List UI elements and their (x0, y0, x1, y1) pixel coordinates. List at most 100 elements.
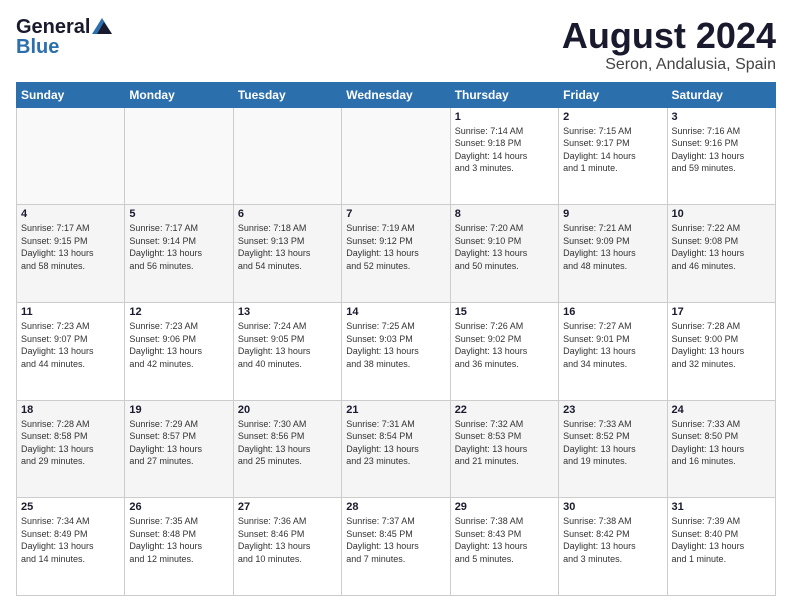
day-cell-6: 6 Sunrise: 7:18 AM Sunset: 9:13 PM Daylig… (233, 205, 341, 303)
day-info: Sunrise: 7:37 AM Sunset: 8:45 PM Dayligh… (346, 516, 419, 564)
empty-cell (342, 107, 450, 205)
day-info: Sunrise: 7:19 AM Sunset: 9:12 PM Dayligh… (346, 223, 419, 271)
day-info: Sunrise: 7:31 AM Sunset: 8:54 PM Dayligh… (346, 419, 419, 467)
day-cell-20: 20 Sunrise: 7:30 AM Sunset: 8:56 PM Dayli… (233, 400, 341, 498)
day-number: 22 (455, 404, 554, 416)
calendar-week-row: 1Sunrise: 7:14 AM Sunset: 9:18 PM Daylig… (17, 107, 776, 205)
day-cell-14: 14Sunrise: 7:25 AM Sunset: 9:03 PM Dayli… (342, 302, 450, 400)
day-number: 4 (21, 208, 120, 220)
day-info: Sunrise: 7:20 AM Sunset: 9:10 PM Dayligh… (455, 223, 528, 271)
day-header-sunday: Sunday (17, 82, 125, 107)
day-number: 27 (238, 501, 337, 513)
day-number: 25 (21, 501, 120, 513)
day-header-monday: Monday (125, 82, 233, 107)
day-number: 19 (129, 404, 228, 416)
day-cell-16: 16 Sunrise: 7:27 AM Sunset: 9:01 PM Dayli… (559, 302, 667, 400)
day-cell-29: 29Sunrise: 7:38 AM Sunset: 8:43 PM Dayli… (450, 498, 558, 596)
day-info: Sunrise: 7:38 AM Sunset: 8:43 PM Dayligh… (455, 516, 528, 564)
day-number: 1 (455, 111, 554, 123)
calendar-header-row: SundayMondayTuesdayWednesdayThursdayFrid… (17, 82, 776, 107)
day-info: Sunrise: 7:39 AM Sunset: 8:40 PM Dayligh… (672, 516, 745, 564)
day-header-tuesday: Tuesday (233, 82, 341, 107)
day-cell-21: 21 Sunrise: 7:31 AM Sunset: 8:54 PM Dayli… (342, 400, 450, 498)
day-cell-22: 22 Sunrise: 7:32 AM Sunset: 8:53 PM Dayli… (450, 400, 558, 498)
day-cell-26: 26Sunrise: 7:35 AM Sunset: 8:48 PM Dayli… (125, 498, 233, 596)
day-cell-17: 17 Sunrise: 7:28 AM Sunset: 9:00 PM Dayli… (667, 302, 775, 400)
day-number: 20 (238, 404, 337, 416)
day-number: 2 (563, 111, 662, 123)
day-number: 21 (346, 404, 445, 416)
day-number: 11 (21, 306, 120, 318)
day-cell-1: 1Sunrise: 7:14 AM Sunset: 9:18 PM Daylig… (450, 107, 558, 205)
day-info: Sunrise: 7:17 AM Sunset: 9:15 PM Dayligh… (21, 223, 94, 271)
day-number: 16 (563, 306, 662, 318)
day-info: Sunrise: 7:36 AM Sunset: 8:46 PM Dayligh… (238, 516, 311, 564)
day-cell-23: 23 Sunrise: 7:33 AM Sunset: 8:52 PM Dayli… (559, 400, 667, 498)
day-header-wednesday: Wednesday (342, 82, 450, 107)
empty-cell (17, 107, 125, 205)
day-cell-12: 12 Sunrise: 7:23 AM Sunset: 9:06 PM Dayli… (125, 302, 233, 400)
calendar-week-row: 25 Sunrise: 7:34 AM Sunset: 8:49 PM Dayli… (17, 498, 776, 596)
day-number: 12 (129, 306, 228, 318)
day-number: 8 (455, 208, 554, 220)
day-cell-28: 28Sunrise: 7:37 AM Sunset: 8:45 PM Dayli… (342, 498, 450, 596)
day-info: Sunrise: 7:24 AM Sunset: 9:05 PM Dayligh… (238, 321, 311, 369)
calendar-week-row: 18 Sunrise: 7:28 AM Sunset: 8:58 PM Dayli… (17, 400, 776, 498)
day-cell-3: 3 Sunrise: 7:16 AM Sunset: 9:16 PM Daylig… (667, 107, 775, 205)
day-number: 3 (672, 111, 771, 123)
day-cell-10: 10 Sunrise: 7:22 AM Sunset: 9:08 PM Dayli… (667, 205, 775, 303)
day-info: Sunrise: 7:23 AM Sunset: 9:07 PM Dayligh… (21, 321, 94, 369)
day-cell-9: 9Sunrise: 7:21 AM Sunset: 9:09 PM Daylig… (559, 205, 667, 303)
day-cell-25: 25 Sunrise: 7:34 AM Sunset: 8:49 PM Dayli… (17, 498, 125, 596)
day-header-friday: Friday (559, 82, 667, 107)
day-info: Sunrise: 7:26 AM Sunset: 9:02 PM Dayligh… (455, 321, 528, 369)
title-block: August 2024 Seron, Andalusia, Spain (562, 16, 776, 74)
logo-general: General (16, 16, 90, 38)
day-number: 24 (672, 404, 771, 416)
day-number: 5 (129, 208, 228, 220)
day-info: Sunrise: 7:30 AM Sunset: 8:56 PM Dayligh… (238, 419, 311, 467)
day-info: Sunrise: 7:22 AM Sunset: 9:08 PM Dayligh… (672, 223, 745, 271)
day-number: 6 (238, 208, 337, 220)
day-cell-18: 18 Sunrise: 7:28 AM Sunset: 8:58 PM Dayli… (17, 400, 125, 498)
day-number: 15 (455, 306, 554, 318)
day-number: 23 (563, 404, 662, 416)
logo-icon (92, 18, 112, 34)
day-info: Sunrise: 7:15 AM Sunset: 9:17 PM Dayligh… (563, 126, 636, 174)
day-info: Sunrise: 7:27 AM Sunset: 9:01 PM Dayligh… (563, 321, 636, 369)
day-number: 26 (129, 501, 228, 513)
day-info: Sunrise: 7:28 AM Sunset: 9:00 PM Dayligh… (672, 321, 745, 369)
header: General Blue August 2024 Seron, Andalusi… (16, 16, 776, 74)
logo: General Blue (16, 16, 112, 58)
day-info: Sunrise: 7:38 AM Sunset: 8:42 PM Dayligh… (563, 516, 636, 564)
page: General Blue August 2024 Seron, Andalusi… (0, 0, 792, 612)
calendar-week-row: 11 Sunrise: 7:23 AM Sunset: 9:07 PM Dayli… (17, 302, 776, 400)
day-header-saturday: Saturday (667, 82, 775, 107)
day-info: Sunrise: 7:33 AM Sunset: 8:50 PM Dayligh… (672, 419, 745, 467)
day-cell-5: 5 Sunrise: 7:17 AM Sunset: 9:14 PM Daylig… (125, 205, 233, 303)
day-cell-7: 7Sunrise: 7:19 AM Sunset: 9:12 PM Daylig… (342, 205, 450, 303)
day-cell-27: 27 Sunrise: 7:36 AM Sunset: 8:46 PM Dayli… (233, 498, 341, 596)
day-info: Sunrise: 7:33 AM Sunset: 8:52 PM Dayligh… (563, 419, 636, 467)
day-number: 18 (21, 404, 120, 416)
day-number: 10 (672, 208, 771, 220)
calendar-table: SundayMondayTuesdayWednesdayThursdayFrid… (16, 82, 776, 596)
subtitle: Seron, Andalusia, Spain (562, 56, 776, 74)
day-info: Sunrise: 7:28 AM Sunset: 8:58 PM Dayligh… (21, 419, 94, 467)
empty-cell (233, 107, 341, 205)
day-info: Sunrise: 7:34 AM Sunset: 8:49 PM Dayligh… (21, 516, 94, 564)
day-info: Sunrise: 7:32 AM Sunset: 8:53 PM Dayligh… (455, 419, 528, 467)
day-number: 17 (672, 306, 771, 318)
day-cell-4: 4 Sunrise: 7:17 AM Sunset: 9:15 PM Daylig… (17, 205, 125, 303)
day-info: Sunrise: 7:23 AM Sunset: 9:06 PM Dayligh… (129, 321, 202, 369)
day-number: 9 (563, 208, 662, 220)
day-cell-11: 11 Sunrise: 7:23 AM Sunset: 9:07 PM Dayli… (17, 302, 125, 400)
day-info: Sunrise: 7:16 AM Sunset: 9:16 PM Dayligh… (672, 126, 745, 174)
day-info: Sunrise: 7:17 AM Sunset: 9:14 PM Dayligh… (129, 223, 202, 271)
day-info: Sunrise: 7:18 AM Sunset: 9:13 PM Dayligh… (238, 223, 311, 271)
day-cell-24: 24 Sunrise: 7:33 AM Sunset: 8:50 PM Dayli… (667, 400, 775, 498)
calendar-week-row: 4 Sunrise: 7:17 AM Sunset: 9:15 PM Daylig… (17, 205, 776, 303)
day-info: Sunrise: 7:29 AM Sunset: 8:57 PM Dayligh… (129, 419, 202, 467)
day-cell-15: 15 Sunrise: 7:26 AM Sunset: 9:02 PM Dayli… (450, 302, 558, 400)
day-cell-2: 2 Sunrise: 7:15 AM Sunset: 9:17 PM Daylig… (559, 107, 667, 205)
